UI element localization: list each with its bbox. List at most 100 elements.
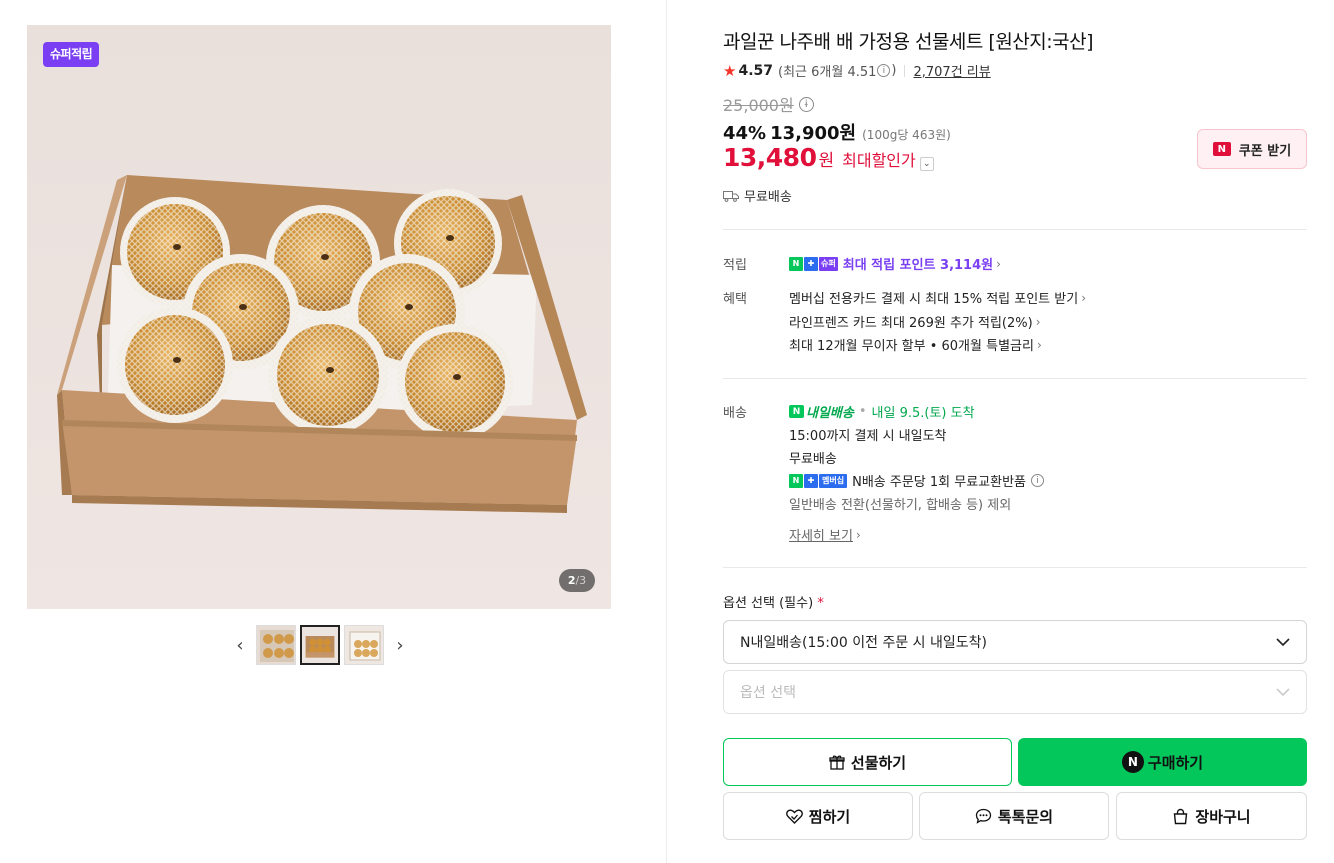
benefit-item[interactable]: 라인프렌즈 카드 최대 269원 추가 적립(2%) › [789, 312, 1041, 332]
divider [723, 378, 1307, 379]
divider [723, 567, 1307, 568]
sale-price-row: 44% 13,900원 (100g당 463원) [723, 119, 951, 145]
cart-button[interactable]: 장바구니 [1116, 792, 1307, 840]
points-row[interactable]: N ✚ 슈퍼 최대 적립 포인트 3,114원 › [789, 254, 1001, 273]
max-discount-price: 13,480 [723, 143, 817, 172]
membership-badge: 멤버십 [819, 473, 848, 488]
divider [904, 64, 906, 77]
chevron-down-icon [1276, 687, 1290, 696]
talk-button-label: 톡톡문의 [997, 807, 1054, 826]
delivery-cutoff: 15:00까지 결제 시 내일도착 [789, 429, 947, 444]
recent-rating-close: ) [891, 63, 897, 78]
delivery-label: 배송 [723, 406, 747, 421]
buy-button-label: 구매하기 [1147, 753, 1204, 772]
original-price-row: 25,000원 i [723, 92, 814, 116]
main-product-image[interactable] [27, 25, 611, 609]
max-discount-label: 최대할인가 [842, 151, 916, 170]
delivery-service-row: N 내일배송 • 내일 9.5.(토) 도착 [789, 402, 975, 421]
benefit-text: 멤버십 전용카드 결제 시 최대 15% 적립 포인트 받기 [789, 292, 1079, 307]
product-title: 과일꾼 나주배 배 가정용 선물세트 [원산지:국산] [723, 31, 1094, 53]
option-placeholder: 옵션 선택 [740, 685, 796, 701]
unit-price: (100g당 463원) [862, 128, 951, 142]
buy-button[interactable]: N 구매하기 [1018, 738, 1307, 786]
heart-icon [785, 809, 803, 824]
info-icon[interactable]: i [1031, 474, 1045, 487]
arrival-date: 내일 9.5.(토) 도착 [871, 406, 975, 421]
selected-delivery-option: N내일배송(15:00 이전 주문 시 내일도착) [740, 635, 987, 651]
max-discount-row[interactable]: 13,480 원 최대할인가 ⌄ [723, 143, 934, 172]
plus-icon: ✚ [804, 473, 818, 488]
benefit-text: 라인프렌즈 카드 최대 269원 추가 적립(2%) [789, 316, 1033, 331]
tomorrow-delivery-logo: N 내일배송 [789, 402, 854, 421]
thumbnail-2[interactable] [300, 625, 340, 665]
option-label-text: 옵션 선택 (필수) [723, 596, 814, 611]
max-points-text: 최대 적립 포인트 3,114원 [842, 258, 994, 273]
detail-link[interactable]: 자세히 보기 [789, 525, 853, 544]
truck-icon [723, 190, 739, 202]
naver-n-icon: N [1212, 142, 1231, 156]
super-points-badge: 슈퍼적립 [43, 42, 100, 67]
sale-price: 13,900원 [770, 123, 857, 144]
plus-icon: ✚ [804, 256, 818, 271]
rating-row: ★ 4.57 (최근 6개월 4.51 i ) 2,707건 리뷰 [723, 61, 991, 81]
benefit-item[interactable]: 멤버십 전용카드 결제 시 최대 15% 적립 포인트 받기 › [789, 288, 1087, 308]
shipping-fee: 무료배송 [744, 190, 792, 205]
naver-n-icon: N [789, 473, 803, 488]
naver-n-icon: N [789, 256, 803, 271]
cart-button-label: 장바구니 [1195, 807, 1251, 826]
chevron-right-icon: › [1081, 290, 1087, 305]
divider [723, 229, 1307, 230]
shopping-bag-icon [1174, 808, 1188, 824]
chat-bubble-icon [975, 808, 992, 824]
chevron-right-icon: › [855, 527, 861, 542]
wish-button-label: 찜하기 [808, 807, 851, 826]
max-discount-won: 원 [818, 151, 835, 171]
column-divider [666, 0, 667, 863]
recent-rating: (최근 6개월 4.51 [778, 65, 877, 80]
dot-separator: • [858, 404, 867, 419]
chevron-left-icon[interactable]: ‹ [226, 625, 254, 665]
thumbnail-3[interactable] [344, 625, 384, 665]
chevron-right-icon: › [1036, 337, 1042, 352]
exchange-row: N ✚ 멤버십 N배송 주문당 1회 무료교환반품 i [789, 471, 1045, 490]
talk-inquiry-button[interactable]: 톡톡문의 [919, 792, 1109, 840]
thumbnail-1[interactable] [256, 625, 296, 665]
chevron-down-icon[interactable]: ⌄ [919, 157, 934, 171]
gift-button[interactable]: 선물하기 [723, 738, 1012, 786]
chevron-down-icon [1276, 637, 1290, 646]
delivery-service: 내일배송 [806, 406, 854, 421]
super-badge: 슈퍼 [819, 256, 838, 271]
benefit-text: 최대 12개월 무이자 할부 • 60개월 특별금리 [789, 339, 1034, 354]
price-info-icon[interactable]: i [798, 96, 814, 112]
star-icon: ★ [723, 61, 737, 80]
wish-button[interactable]: 찜하기 [723, 792, 913, 840]
gift-icon [829, 755, 845, 770]
chevron-right-icon: › [1035, 314, 1041, 329]
image-page-counter: 2/3 [559, 569, 595, 592]
detail-link-row[interactable]: 자세히 보기 › [789, 525, 861, 545]
gift-button-label: 선물하기 [850, 753, 907, 772]
coupon-button-label: 쿠폰 받기 [1238, 143, 1292, 159]
required-mark: * [817, 596, 824, 611]
discount-percent: 44% [723, 123, 767, 144]
pear-box-photo [27, 25, 611, 609]
counter-total: /3 [575, 574, 587, 587]
option-label: 옵션 선택 (필수) * [723, 592, 824, 611]
naver-n-icon: N [1121, 751, 1144, 773]
chevron-right-icon: › [996, 256, 1001, 271]
exchange-text: N배송 주문당 1회 무료교환반품 [852, 475, 1027, 490]
chevron-right-icon[interactable]: › [386, 625, 414, 665]
benefit-item[interactable]: 최대 12개월 무이자 할부 • 60개월 특별금리 › [789, 335, 1042, 355]
coupon-button[interactable]: N 쿠폰 받기 [1197, 129, 1307, 169]
shipping-row: 무료배송 [723, 186, 792, 205]
info-icon[interactable]: i [877, 64, 891, 77]
rating-score: 4.57 [738, 62, 773, 79]
delivery-option-select[interactable]: N내일배송(15:00 이전 주문 시 내일도착) [723, 620, 1307, 664]
benefits-label: 혜택 [723, 292, 747, 307]
thumbnail-strip: ‹ › [226, 624, 414, 666]
delivery-fee: 무료배송 [789, 452, 837, 467]
points-label: 적립 [723, 258, 747, 273]
naver-n-icon: N [789, 405, 804, 418]
review-count-link[interactable]: 2,707건 리뷰 [913, 61, 990, 80]
product-option-select[interactable]: 옵션 선택 [723, 670, 1307, 714]
